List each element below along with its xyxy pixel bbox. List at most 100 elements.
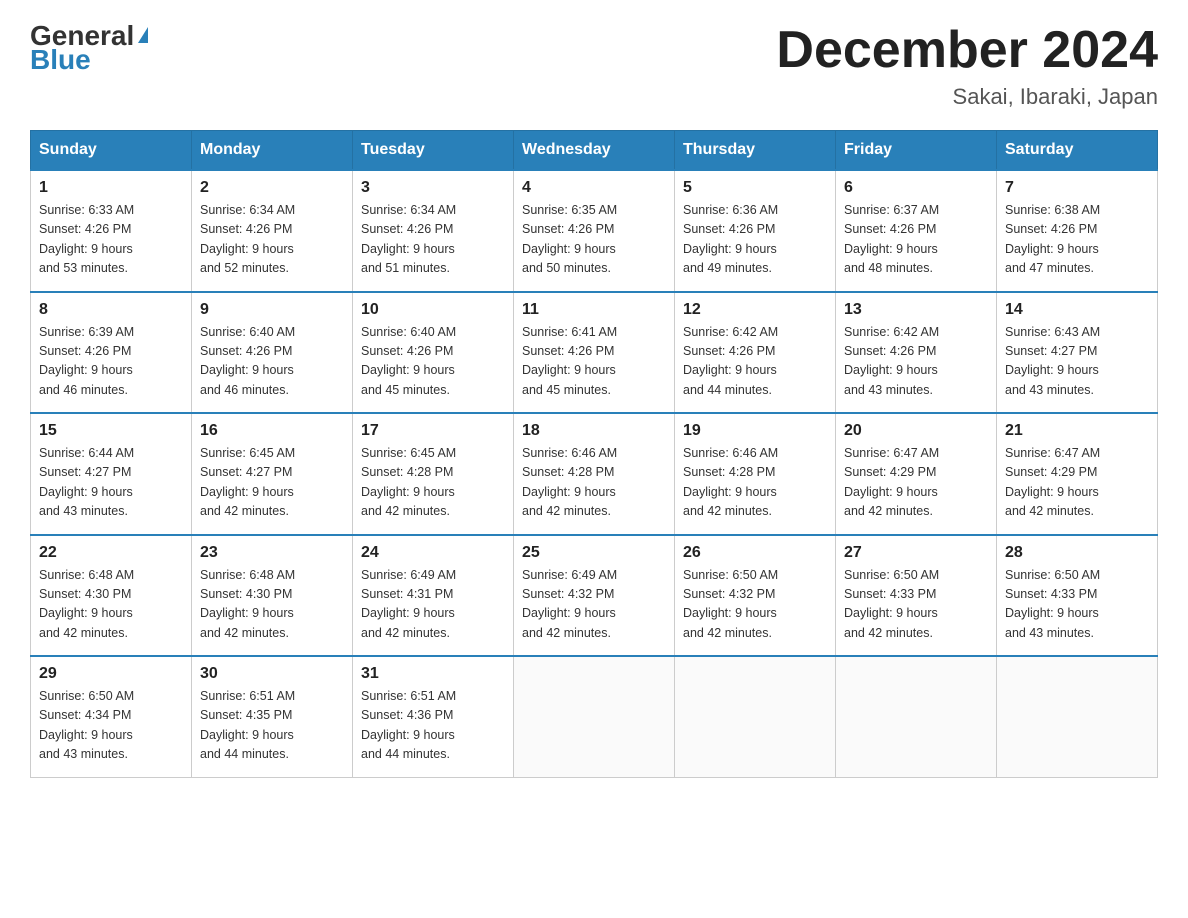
day-number: 22 (39, 544, 183, 562)
table-row: 20 Sunrise: 6:47 AMSunset: 4:29 PMDayligh… (836, 413, 997, 535)
table-row: 12 Sunrise: 6:42 AMSunset: 4:26 PMDayligh… (675, 292, 836, 414)
table-row: 27Sunrise: 6:50 AMSunset: 4:33 PMDayligh… (836, 535, 997, 657)
calendar-week-row: 8 Sunrise: 6:39 AMSunset: 4:26 PMDaylight… (31, 292, 1158, 414)
title-block: December 2024 Sakai, Ibaraki, Japan (776, 20, 1158, 110)
table-row: 24 Sunrise: 6:49 AMSunset: 4:31 PMDayligh… (353, 535, 514, 657)
day-info: Sunrise: 6:48 AMSunset: 4:30 PMDaylight:… (200, 566, 344, 644)
day-number: 24 (361, 544, 505, 562)
day-info: Sunrise: 6:45 AMSunset: 4:28 PMDaylight:… (361, 444, 505, 522)
day-info: Sunrise: 6:38 AMSunset: 4:26 PMDaylight:… (1005, 201, 1149, 279)
table-row: 13Sunrise: 6:42 AMSunset: 4:26 PMDayligh… (836, 292, 997, 414)
table-row: 8 Sunrise: 6:39 AMSunset: 4:26 PMDaylight… (31, 292, 192, 414)
table-row: 3Sunrise: 6:34 AMSunset: 4:26 PMDaylight… (353, 170, 514, 292)
day-info: Sunrise: 6:33 AMSunset: 4:26 PMDaylight:… (39, 201, 183, 279)
col-thursday: Thursday (675, 131, 836, 171)
day-info: Sunrise: 6:40 AMSunset: 4:26 PMDaylight:… (200, 323, 344, 401)
day-number: 14 (1005, 301, 1149, 319)
calendar-week-row: 1 Sunrise: 6:33 AMSunset: 4:26 PMDaylight… (31, 170, 1158, 292)
day-info: Sunrise: 6:43 AMSunset: 4:27 PMDaylight:… (1005, 323, 1149, 401)
day-info: Sunrise: 6:51 AMSunset: 4:36 PMDaylight:… (361, 687, 505, 765)
col-saturday: Saturday (997, 131, 1158, 171)
logo: General Blue (30, 20, 148, 76)
day-number: 28 (1005, 544, 1149, 562)
table-row: 11 Sunrise: 6:41 AMSunset: 4:26 PMDayligh… (514, 292, 675, 414)
day-number: 7 (1005, 179, 1149, 197)
day-number: 23 (200, 544, 344, 562)
day-info: Sunrise: 6:41 AMSunset: 4:26 PMDaylight:… (522, 323, 666, 401)
day-number: 12 (683, 301, 827, 319)
day-number: 19 (683, 422, 827, 440)
calendar-week-row: 15 Sunrise: 6:44 AMSunset: 4:27 PMDayligh… (31, 413, 1158, 535)
table-row: 29Sunrise: 6:50 AMSunset: 4:34 PMDayligh… (31, 656, 192, 777)
col-friday: Friday (836, 131, 997, 171)
table-row (514, 656, 675, 777)
day-info: Sunrise: 6:42 AMSunset: 4:26 PMDaylight:… (683, 323, 827, 401)
day-number: 5 (683, 179, 827, 197)
day-number: 15 (39, 422, 183, 440)
table-row: 30 Sunrise: 6:51 AMSunset: 4:35 PMDayligh… (192, 656, 353, 777)
calendar-week-row: 22 Sunrise: 6:48 AMSunset: 4:30 PMDayligh… (31, 535, 1158, 657)
col-wednesday: Wednesday (514, 131, 675, 171)
table-row: 23 Sunrise: 6:48 AMSunset: 4:30 PMDayligh… (192, 535, 353, 657)
calendar-header-row: Sunday Monday Tuesday Wednesday Thursday… (31, 131, 1158, 171)
day-number: 31 (361, 665, 505, 683)
day-info: Sunrise: 6:47 AMSunset: 4:29 PMDaylight:… (844, 444, 988, 522)
table-row: 26 Sunrise: 6:50 AMSunset: 4:32 PMDayligh… (675, 535, 836, 657)
table-row: 10 Sunrise: 6:40 AMSunset: 4:26 PMDayligh… (353, 292, 514, 414)
table-row: 6 Sunrise: 6:37 AMSunset: 4:26 PMDaylight… (836, 170, 997, 292)
day-info: Sunrise: 6:40 AMSunset: 4:26 PMDaylight:… (361, 323, 505, 401)
day-info: Sunrise: 6:51 AMSunset: 4:35 PMDaylight:… (200, 687, 344, 765)
day-info: Sunrise: 6:46 AMSunset: 4:28 PMDaylight:… (522, 444, 666, 522)
day-info: Sunrise: 6:49 AMSunset: 4:31 PMDaylight:… (361, 566, 505, 644)
logo-blue: Blue (30, 44, 91, 76)
day-number: 18 (522, 422, 666, 440)
day-number: 26 (683, 544, 827, 562)
table-row: 14 Sunrise: 6:43 AMSunset: 4:27 PMDayligh… (997, 292, 1158, 414)
day-info: Sunrise: 6:49 AMSunset: 4:32 PMDaylight:… (522, 566, 666, 644)
day-number: 6 (844, 179, 988, 197)
day-info: Sunrise: 6:50 AMSunset: 4:32 PMDaylight:… (683, 566, 827, 644)
table-row: 21Sunrise: 6:47 AMSunset: 4:29 PMDayligh… (997, 413, 1158, 535)
table-row: 22 Sunrise: 6:48 AMSunset: 4:30 PMDayligh… (31, 535, 192, 657)
calendar-table: Sunday Monday Tuesday Wednesday Thursday… (30, 130, 1158, 778)
day-number: 17 (361, 422, 505, 440)
table-row: 17 Sunrise: 6:45 AMSunset: 4:28 PMDayligh… (353, 413, 514, 535)
table-row: 16Sunrise: 6:45 AMSunset: 4:27 PMDayligh… (192, 413, 353, 535)
table-row (836, 656, 997, 777)
day-info: Sunrise: 6:36 AMSunset: 4:26 PMDaylight:… (683, 201, 827, 279)
day-info: Sunrise: 6:42 AMSunset: 4:26 PMDaylight:… (844, 323, 988, 401)
col-sunday: Sunday (31, 131, 192, 171)
col-monday: Monday (192, 131, 353, 171)
table-row (675, 656, 836, 777)
day-number: 8 (39, 301, 183, 319)
table-row: 5 Sunrise: 6:36 AMSunset: 4:26 PMDaylight… (675, 170, 836, 292)
logo-triangle-icon (138, 27, 148, 43)
day-info: Sunrise: 6:47 AMSunset: 4:29 PMDaylight:… (1005, 444, 1149, 522)
day-number: 1 (39, 179, 183, 197)
day-number: 20 (844, 422, 988, 440)
day-info: Sunrise: 6:37 AMSunset: 4:26 PMDaylight:… (844, 201, 988, 279)
day-info: Sunrise: 6:46 AMSunset: 4:28 PMDaylight:… (683, 444, 827, 522)
day-info: Sunrise: 6:44 AMSunset: 4:27 PMDaylight:… (39, 444, 183, 522)
day-number: 4 (522, 179, 666, 197)
month-title: December 2024 (776, 20, 1158, 80)
page-header: General Blue December 2024 Sakai, Ibarak… (30, 20, 1158, 110)
day-info: Sunrise: 6:39 AMSunset: 4:26 PMDaylight:… (39, 323, 183, 401)
day-number: 16 (200, 422, 344, 440)
table-row: 9Sunrise: 6:40 AMSunset: 4:26 PMDaylight… (192, 292, 353, 414)
day-number: 25 (522, 544, 666, 562)
col-tuesday: Tuesday (353, 131, 514, 171)
day-number: 30 (200, 665, 344, 683)
table-row: 7 Sunrise: 6:38 AMSunset: 4:26 PMDaylight… (997, 170, 1158, 292)
day-info: Sunrise: 6:48 AMSunset: 4:30 PMDaylight:… (39, 566, 183, 644)
table-row: 2 Sunrise: 6:34 AMSunset: 4:26 PMDaylight… (192, 170, 353, 292)
day-number: 10 (361, 301, 505, 319)
table-row: 15 Sunrise: 6:44 AMSunset: 4:27 PMDayligh… (31, 413, 192, 535)
day-number: 2 (200, 179, 344, 197)
table-row: 28 Sunrise: 6:50 AMSunset: 4:33 PMDayligh… (997, 535, 1158, 657)
table-row (997, 656, 1158, 777)
day-number: 11 (522, 301, 666, 319)
day-info: Sunrise: 6:50 AMSunset: 4:33 PMDaylight:… (1005, 566, 1149, 644)
day-info: Sunrise: 6:34 AMSunset: 4:26 PMDaylight:… (200, 201, 344, 279)
day-number: 3 (361, 179, 505, 197)
